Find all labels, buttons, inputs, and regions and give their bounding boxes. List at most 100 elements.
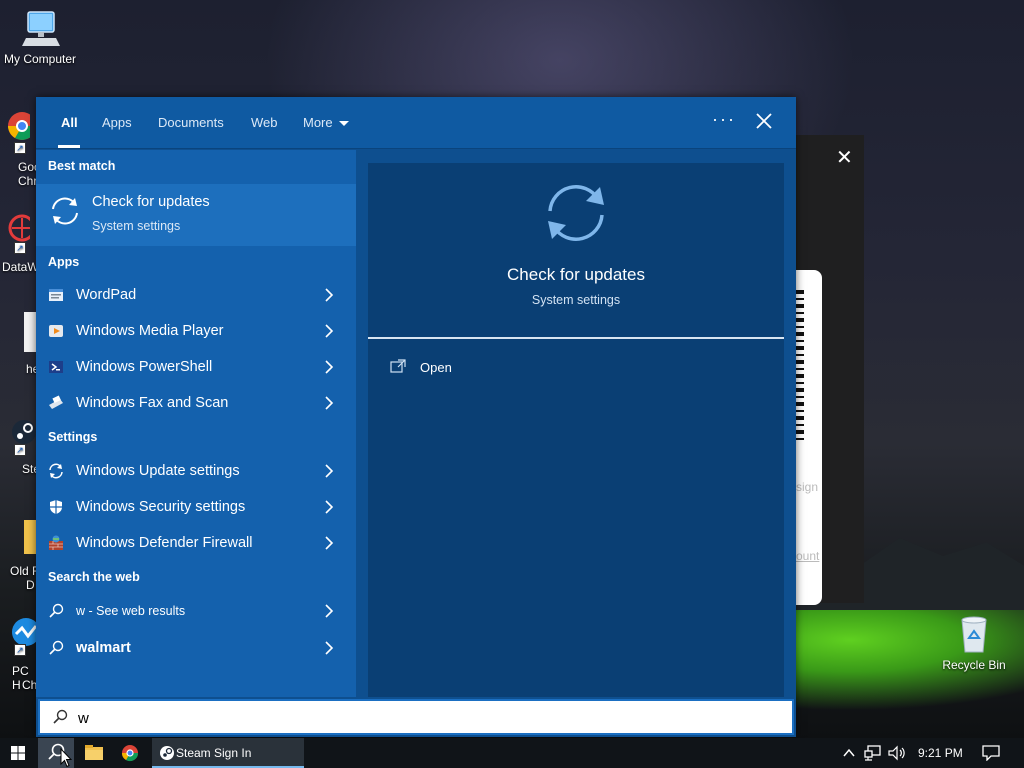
chevron-right-icon[interactable] xyxy=(324,641,334,655)
desktop-icon-label: My Computer xyxy=(3,52,77,66)
start-button[interactable] xyxy=(0,738,36,768)
result-web-walmart[interactable]: walmart xyxy=(36,631,356,667)
chrome-icon xyxy=(8,112,36,140)
close-icon[interactable] xyxy=(754,111,774,131)
result-app-media-player[interactable]: Windows Media Player xyxy=(36,314,356,350)
chevron-right-icon[interactable] xyxy=(324,324,334,338)
open-label: Open xyxy=(420,360,452,375)
search-tabs-bar: All Apps Documents Web More ··· xyxy=(36,97,796,149)
desktop-icon-label: Recycle Bin xyxy=(942,658,1006,672)
desktop-icon-recycle-bin[interactable]: Recycle Bin xyxy=(934,614,1014,672)
taskbar: Steam Sign In 9:21 PM xyxy=(0,738,1024,768)
detail-title: Check for updates xyxy=(507,265,645,284)
shield-icon xyxy=(50,500,62,514)
steam-sign-text: sign xyxy=(796,480,819,494)
result-label: Windows PowerShell xyxy=(76,359,213,375)
chrome-icon xyxy=(121,745,139,762)
search-icon xyxy=(53,709,68,724)
search-results-list: Best match Check for updates System sett… xyxy=(36,150,356,697)
steam-close-button[interactable]: ✕ xyxy=(836,145,853,170)
best-match-title: Check for updates xyxy=(92,194,210,210)
taskbar-chrome[interactable] xyxy=(114,738,146,768)
desktop-icon-pc-health[interactable]: ↗ PC H Ch xyxy=(0,614,40,692)
chevron-right-icon[interactable] xyxy=(324,500,334,514)
result-app-powershell[interactable]: Windows PowerShell xyxy=(36,350,356,386)
powershell-icon xyxy=(49,361,63,373)
dataw-icon xyxy=(8,214,36,242)
tab-apps[interactable]: Apps xyxy=(102,115,132,130)
result-label: Windows Security settings xyxy=(76,499,246,515)
desktop-icon-dataw[interactable]: ↗ DataW xyxy=(0,212,40,274)
desktop-icon-label: Old F xyxy=(10,564,40,578)
windows-search-panel: All Apps Documents Web More ··· Best mat… xyxy=(36,97,796,737)
tab-web[interactable]: Web xyxy=(251,115,278,130)
result-label: Windows Fax and Scan xyxy=(76,395,229,411)
result-setting-windows-update[interactable]: Windows Update settings xyxy=(36,454,356,490)
search-box[interactable] xyxy=(38,699,794,735)
desktop-icon-chrome[interactable]: ↗ Goo Chr xyxy=(0,108,41,188)
tab-all[interactable]: All xyxy=(61,115,78,130)
more-options-button[interactable]: ··· xyxy=(712,109,736,130)
best-match-subtitle: System settings xyxy=(92,219,181,233)
chevron-right-icon[interactable] xyxy=(324,604,334,618)
result-label: Windows Defender Firewall xyxy=(76,535,253,551)
refresh-icon xyxy=(548,185,604,241)
refresh-icon xyxy=(52,197,78,225)
taskbar-clock[interactable]: 9:21 PM xyxy=(918,746,963,760)
result-web-see-results[interactable]: w - See web results xyxy=(36,594,356,630)
qr-code-icon xyxy=(796,290,804,440)
open-external-icon xyxy=(390,359,406,373)
tab-documents[interactable]: Documents xyxy=(158,115,224,130)
tab-more-label: More xyxy=(303,115,333,130)
result-label: w - See web results xyxy=(76,604,186,618)
steam-icon xyxy=(160,746,174,760)
active-tab-indicator xyxy=(58,145,80,148)
search-input[interactable] xyxy=(78,707,778,729)
chevron-right-icon[interactable] xyxy=(324,464,334,478)
result-setting-windows-security[interactable]: Windows Security settings xyxy=(36,490,356,526)
desktop-icon-steam[interactable]: ↗ Ste xyxy=(0,416,40,476)
open-action[interactable]: Open xyxy=(390,357,590,381)
notification-icon[interactable] xyxy=(982,745,1000,761)
refresh-icon xyxy=(49,463,63,479)
result-setting-defender-firewall[interactable]: Windows Defender Firewall xyxy=(36,526,356,562)
chevron-right-icon[interactable] xyxy=(324,536,334,550)
result-app-wordpad[interactable]: WordPad xyxy=(36,278,356,314)
chevron-up-icon[interactable] xyxy=(842,746,856,760)
section-apps: Apps xyxy=(48,255,80,269)
steam-account-link[interactable]: ount xyxy=(796,549,819,563)
chevron-right-icon[interactable] xyxy=(324,288,334,302)
result-label: WordPad xyxy=(76,287,137,303)
best-match-item[interactable]: Check for updates System settings xyxy=(36,184,356,246)
volume-icon[interactable] xyxy=(888,745,906,761)
result-label: Windows Media Player xyxy=(76,323,224,339)
media-player-icon xyxy=(49,325,63,337)
wordpad-icon xyxy=(49,289,63,301)
firewall-icon xyxy=(49,535,63,550)
section-settings: Settings xyxy=(48,430,98,444)
result-label: walmart xyxy=(76,640,131,656)
windows-logo-icon xyxy=(11,746,25,760)
taskbar-steam-label: Steam Sign In xyxy=(176,746,252,760)
mouse-cursor-icon xyxy=(60,748,72,768)
tab-more[interactable]: More xyxy=(303,115,349,130)
section-best-match: Best match xyxy=(48,159,116,173)
fax-scan-icon xyxy=(49,395,63,409)
taskbar-steam-sign-in[interactable]: Steam Sign In xyxy=(152,738,304,768)
shortcut-arrow-icon: ↗ xyxy=(14,142,26,154)
desktop-icon-label: DataW xyxy=(2,260,39,274)
chevron-right-icon[interactable] xyxy=(324,360,334,374)
network-icon[interactable] xyxy=(864,745,882,761)
desktop-icon-my-computer[interactable]: My Computer xyxy=(0,8,80,66)
steam-login-window: ✕ sign ount xyxy=(796,135,864,605)
result-label: Windows Update settings xyxy=(76,463,240,479)
shortcut-arrow-icon: ↗ xyxy=(14,444,26,456)
chevron-right-icon[interactable] xyxy=(324,396,334,410)
taskbar-file-explorer[interactable] xyxy=(78,738,110,768)
chevron-down-icon xyxy=(338,121,349,127)
result-app-fax-scan[interactable]: Windows Fax and Scan xyxy=(36,386,356,422)
section-search-web: Search the web xyxy=(48,570,140,584)
search-icon xyxy=(49,640,64,655)
computer-icon xyxy=(22,11,60,46)
search-icon xyxy=(49,603,64,618)
